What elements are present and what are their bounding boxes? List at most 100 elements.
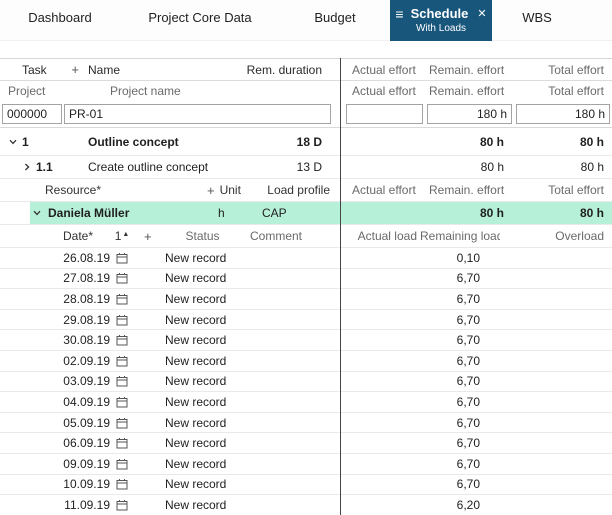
task-rem-duration[interactable]: 18 D [232,135,332,149]
tab-wbs[interactable]: WBS [492,0,582,40]
remaining-load-value[interactable]: 6,70 [420,292,484,306]
date-value[interactable]: 05.09.19 [45,416,112,430]
date-value[interactable]: 09.09.19 [45,457,112,471]
remain-effort-column-header: Remain. effort [426,63,512,77]
status-value: New record [160,374,245,388]
calendar-icon[interactable] [112,499,132,511]
task-column-header: Task + [0,62,85,77]
overload-column-header: Overload [500,229,612,243]
task-wbs-number[interactable]: 1.1 [36,160,53,174]
tab-schedule[interactable]: ≡ Schedule ✕ With Loads [390,0,492,41]
schedule-table: Task + Name Rem. duration Actual effort … [0,58,612,515]
tab-budget[interactable]: Budget [280,0,390,40]
menu-icon[interactable]: ≡ [395,7,403,21]
date-value[interactable]: 28.08.19 [45,292,112,306]
tab-schedule-sublabel: With Loads [390,23,492,34]
date-value[interactable]: 27.08.19 [45,271,112,285]
project-total-effort-input[interactable]: 180 h [516,104,610,124]
add-task-icon[interactable]: + [71,62,79,77]
sort-indicator[interactable]: 1▲ [112,229,132,243]
table-row-load[interactable]: 04.09.19 New record 6,70 [0,392,612,413]
date-value[interactable]: 03.09.19 [45,374,112,388]
status-value: New record [160,395,245,409]
table-row-load[interactable]: 11.09.19 New record 6,20 [0,495,612,515]
table-row-load[interactable]: 29.08.19 New record 6,70 [0,310,612,331]
date-value[interactable]: 11.09.19 [45,498,112,512]
project-remain-effort-input[interactable]: 180 h [427,104,512,124]
project-actual-effort-input[interactable] [346,104,423,124]
remaining-load-value[interactable]: 6,70 [420,354,484,368]
table-row-load[interactable]: 05.09.19 New record 6,70 [0,413,612,434]
remaining-load-value[interactable]: 6,70 [420,271,484,285]
date-value[interactable]: 29.08.19 [45,313,112,327]
task-remain-effort[interactable]: 80 h [426,160,512,174]
task-rem-duration[interactable]: 13 D [232,160,332,174]
calendar-icon[interactable] [112,458,132,470]
calendar-icon[interactable] [112,417,132,429]
date-value[interactable]: 02.09.19 [45,354,112,368]
table-row-load[interactable]: 27.08.19 New record 6,70 [0,269,612,290]
calendar-icon[interactable] [112,272,132,284]
add-resource-icon[interactable]: + [207,183,215,198]
tab-dashboard[interactable]: Dashboard [0,0,120,40]
calendar-icon[interactable] [112,314,132,326]
remaining-load-value[interactable]: 0,10 [420,251,484,265]
table-row-load[interactable]: 02.09.19 New record 6,70 [0,351,612,372]
calendar-icon[interactable] [112,396,132,408]
resource-load-profile[interactable]: CAP [260,206,332,220]
date-value[interactable]: 06.09.19 [45,436,112,450]
tab-project-core-data[interactable]: Project Core Data [120,0,280,40]
calendar-icon[interactable] [112,478,132,490]
close-icon[interactable]: ✕ [477,7,486,20]
calendar-icon[interactable] [112,375,132,387]
table-row-resource[interactable]: Daniela Müller h CAP 80 h 80 h [0,202,612,225]
project-row: 000000 PR-01 180 h 180 h [0,101,612,128]
remaining-load-value[interactable]: 6,70 [420,477,484,491]
project-id-input[interactable]: 000000 [2,104,62,124]
remaining-load-value[interactable]: 6,70 [420,395,484,409]
task-remain-effort[interactable]: 80 h [426,135,512,149]
remaining-load-value[interactable]: 6,70 [420,416,484,430]
remaining-load-value[interactable]: 6,70 [420,333,484,347]
calendar-icon[interactable] [112,355,132,367]
remaining-load-value[interactable]: 6,20 [420,498,484,512]
table-row-task-1-1[interactable]: 1.1 Create outline concept 13 D 80 h 80 … [0,156,612,179]
table-row-load[interactable]: 06.09.19 New record 6,70 [0,433,612,454]
calendar-icon[interactable] [112,334,132,346]
task-name[interactable]: Create outline concept [85,160,232,174]
remaining-load-value[interactable]: 6,70 [420,457,484,471]
date-value[interactable]: 04.09.19 [45,395,112,409]
table-row-load[interactable]: 28.08.19 New record 6,70 [0,289,612,310]
chevron-right-icon[interactable] [22,162,32,172]
chevron-down-icon[interactable] [32,208,42,218]
date-value[interactable]: 26.08.19 [45,251,112,265]
pane-divider [340,58,341,515]
task-name[interactable]: Outline concept [85,135,232,149]
add-load-row-icon[interactable]: + [132,229,160,244]
resource-remain-effort[interactable]: 80 h [426,206,512,220]
load-rows: 26.08.19 New record 0,10 27.08.19 [0,248,612,515]
table-row-load[interactable]: 26.08.19 New record 0,10 [0,248,612,269]
project-name-input[interactable]: PR-01 [64,104,331,124]
remaining-load-value[interactable]: 6,70 [420,313,484,327]
table-row-load[interactable]: 09.09.19 New record 6,70 [0,454,612,475]
total-effort-column-header: Total effort [512,183,612,197]
actual-load-column-header: Actual load [346,229,420,243]
date-value[interactable]: 30.08.19 [45,333,112,347]
table-row-load[interactable]: 10.09.19 New record 6,70 [0,475,612,496]
resource-unit[interactable]: h [205,206,260,220]
status-value: New record [160,498,245,512]
table-row-load[interactable]: 03.09.19 New record 6,70 [0,372,612,393]
calendar-icon[interactable] [112,293,132,305]
calendar-icon[interactable] [112,437,132,449]
calendar-icon[interactable] [112,252,132,264]
table-row-load[interactable]: 30.08.19 New record 6,70 [0,330,612,351]
chevron-down-icon[interactable] [8,137,18,147]
table-row-task-1[interactable]: 1 Outline concept 18 D 80 h 80 h [0,128,612,156]
remaining-load-value[interactable]: 6,70 [420,374,484,388]
task-wbs-number[interactable]: 1 [22,135,29,149]
resource-name[interactable]: Daniela Müller [45,206,205,220]
status-value: New record [160,477,245,491]
remaining-load-value[interactable]: 6,70 [420,436,484,450]
date-value[interactable]: 10.09.19 [45,477,112,491]
